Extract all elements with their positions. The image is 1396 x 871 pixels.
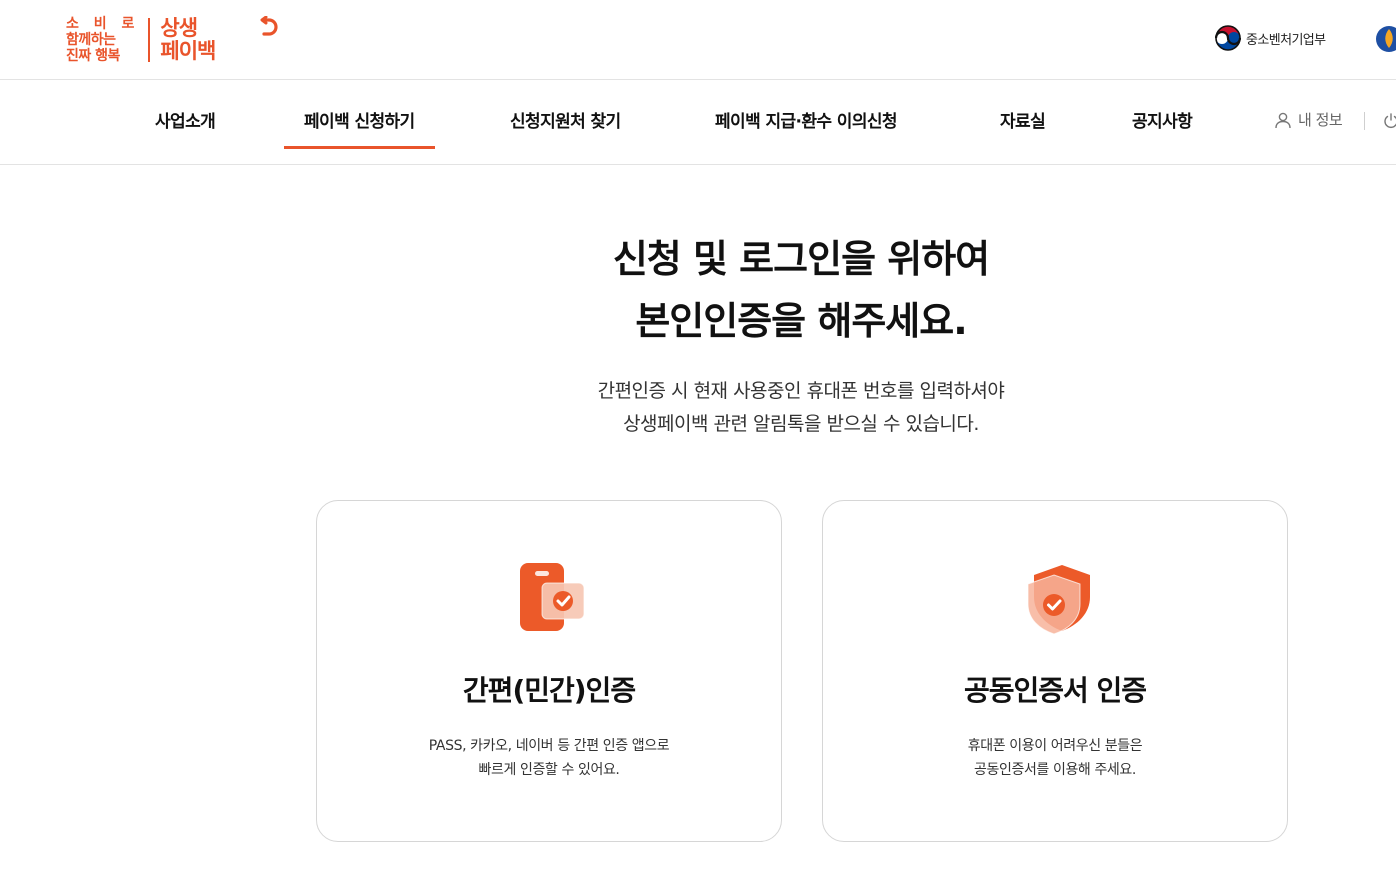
- simple-auth-card[interactable]: 간편(민간)인증 PASS, 카카오, 네이버 등 간편 인증 앱으로 빠르게 …: [316, 500, 782, 842]
- logo-slogan-line-2: 함께하는: [66, 32, 116, 48]
- certificate-auth-description-line-1: 휴대폰 이용이 어려우신 분들은: [967, 738, 1143, 754]
- partner-logo-icon: [1376, 26, 1396, 52]
- certificate-auth-title: 공동인증서 인증: [963, 674, 1147, 707]
- top-header: 소 비 로 함께하는 진짜 행복 상생 페이백 중소벤처기업부: [0, 0, 1396, 80]
- nav-item-find-support-center[interactable]: 신청지원처 찾기: [510, 80, 621, 165]
- my-info-link[interactable]: 내 정보: [1274, 109, 1343, 130]
- logo-divider: [148, 18, 151, 62]
- user-icon: [1275, 112, 1291, 128]
- page-title-line-1: 신청 및 로그인을 위하여: [612, 237, 990, 281]
- nav-item-payment-objection[interactable]: 페이백 지급·환수 이의신청: [715, 80, 898, 165]
- logo-brand-line-1: 상생: [160, 16, 198, 40]
- nav-item-about[interactable]: 사업소개: [155, 80, 216, 165]
- nav-separator: [1364, 112, 1365, 130]
- nav-item-notices[interactable]: 공지사항: [1132, 80, 1193, 165]
- page-title-line-2: 본인인증을 해주세요.: [635, 299, 967, 343]
- site-logo[interactable]: 소 비 로 함께하는 진짜 행복 상생 페이백: [66, 14, 278, 66]
- page-description-line-1: 간편인증 시 현재 사용중인 휴대폰 번호를 입력하셔야: [597, 380, 1005, 402]
- ministry-label: 중소벤처기업부: [1246, 32, 1326, 48]
- logo-slogan-line-3: 진짜 행복: [66, 48, 120, 64]
- page-title: 신청 및 로그인을 위하여 본인인증을 해주세요.: [0, 228, 1396, 352]
- taegeuk-emblem-icon: [1215, 25, 1241, 51]
- certificate-auth-description-line-2: 공동인증서를 이용해 주세요.: [974, 762, 1136, 778]
- simple-auth-description-line-1: PASS, 카카오, 네이버 등 간편 인증 앱으로: [428, 738, 670, 754]
- simple-auth-title: 간편(민간)인증: [462, 674, 636, 707]
- logo-slogan-line-1: 소 비 로: [66, 16, 140, 32]
- simple-auth-description-line-2: 빠르게 인증할 수 있어요.: [478, 762, 620, 778]
- logo-brand-line-2: 페이백: [160, 39, 216, 63]
- page-description: 간편인증 시 현재 사용중인 휴대폰 번호를 입력하셔야 상생페이백 관련 알림…: [0, 375, 1396, 441]
- ministry-badge[interactable]: 중소벤처기업부: [1215, 25, 1326, 51]
- page-description-line-2: 상생페이백 관련 알림톡을 받으실 수 있습니다.: [623, 413, 979, 435]
- certificate-auth-description: 휴대폰 이용이 어려우신 분들은 공동인증서를 이용해 주세요.: [823, 734, 1287, 782]
- page: 소 비 로 함께하는 진짜 행복 상생 페이백 중소벤처기업부 사업소개 페이백…: [0, 0, 1396, 871]
- certificate-auth-card[interactable]: 공동인증서 인증 휴대폰 이용이 어려우신 분들은 공동인증서를 이용해 주세요…: [822, 500, 1288, 842]
- power-icon[interactable]: [1382, 112, 1396, 130]
- shield-check-icon: [1027, 565, 1090, 635]
- my-info-label: 내 정보: [1298, 111, 1343, 129]
- phone-check-icon: [520, 563, 585, 631]
- nav-item-apply-payback[interactable]: 페이백 신청하기: [284, 80, 435, 165]
- logo-brand: 상생 페이백: [160, 16, 216, 63]
- nav-item-resources[interactable]: 자료실: [1000, 80, 1046, 165]
- main-nav: 사업소개 페이백 신청하기 신청지원처 찾기 페이백 지급·환수 이의신청 자료…: [0, 80, 1396, 165]
- simple-auth-description: PASS, 카카오, 네이버 등 간편 인증 앱으로 빠르게 인증할 수 있어요…: [317, 734, 781, 782]
- logo-return-arrow-icon: [260, 16, 278, 36]
- logo-slogan: 소 비 로 함께하는 진짜 행복: [66, 16, 139, 64]
